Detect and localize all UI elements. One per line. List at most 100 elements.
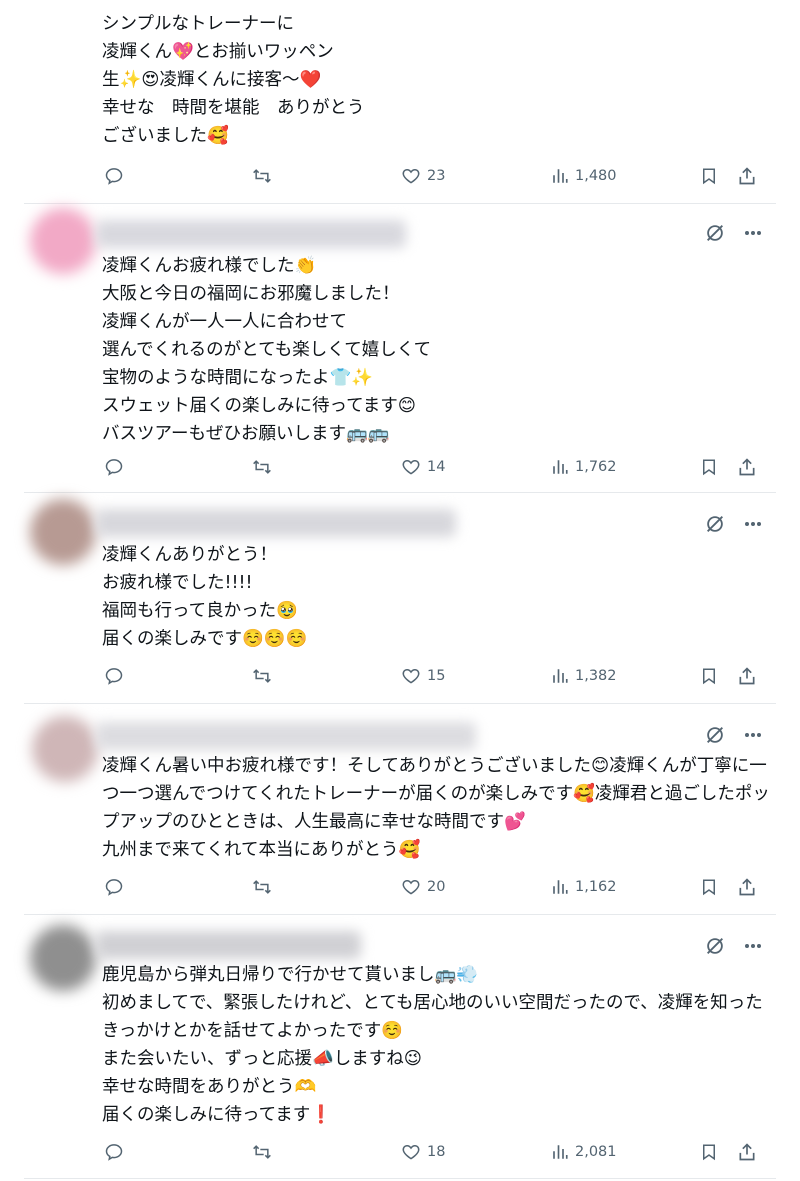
post-divider (24, 1178, 776, 1179)
share-icon (737, 877, 757, 897)
views-icon (551, 1143, 569, 1161)
author-name-blurred[interactable] (96, 509, 456, 537)
grok-icon[interactable] (704, 513, 726, 535)
heart-icon (401, 666, 421, 686)
post-top-icons (704, 513, 762, 535)
views-button[interactable]: 1,382 (551, 661, 617, 691)
bookmark-button[interactable] (700, 1137, 718, 1167)
reply-icon (104, 166, 124, 186)
bookmark-button[interactable] (700, 161, 718, 191)
like-button[interactable]: 20 (401, 872, 445, 902)
more-icon[interactable] (744, 943, 762, 949)
view-count: 2,081 (575, 1144, 617, 1160)
grok-icon[interactable] (704, 935, 726, 957)
share-button[interactable] (737, 1137, 757, 1167)
reply-button[interactable] (104, 161, 124, 191)
avatar[interactable] (30, 208, 96, 274)
post-divider (24, 203, 776, 204)
post-text: 凌輝くん暑い中お疲れ様です！そしてありがとうございました😊凌輝くんが丁寧に一つ一… (102, 756, 770, 860)
like-count: 14 (427, 459, 446, 475)
reply-icon (104, 457, 124, 477)
repost-button[interactable] (251, 872, 273, 902)
views-button[interactable]: 2,081 (551, 1137, 617, 1167)
views-button[interactable]: 1,762 (551, 452, 617, 482)
share-icon (737, 1142, 757, 1162)
post-text: 鹿児島から弾丸日帰りで行かせて貰いまし🚌💨 初めましてで、緊張したけれど、とても… (102, 965, 763, 1125)
views-button[interactable]: 1,480 (551, 161, 617, 191)
author-name-blurred[interactable] (96, 220, 406, 248)
post-divider (24, 492, 776, 493)
repost-icon (251, 877, 273, 897)
repost-icon (251, 166, 273, 186)
views-icon (551, 458, 569, 476)
post-top-icons (704, 724, 762, 746)
like-button[interactable]: 23 (401, 161, 445, 191)
post-actions: 14 1,762 (0, 452, 800, 482)
bookmark-icon (700, 457, 718, 477)
more-icon[interactable] (744, 521, 762, 527)
like-count: 20 (427, 879, 446, 895)
share-icon (737, 666, 757, 686)
share-button[interactable] (737, 872, 757, 902)
bookmark-button[interactable] (700, 452, 718, 482)
repost-icon (251, 666, 273, 686)
share-icon (737, 166, 757, 186)
reply-icon (104, 666, 124, 686)
like-count: 18 (427, 1144, 446, 1160)
avatar[interactable] (30, 499, 96, 565)
heart-icon (401, 1142, 421, 1162)
share-button[interactable] (737, 452, 757, 482)
like-count: 15 (427, 668, 446, 684)
views-icon (551, 878, 569, 896)
post-text: 凌輝くんありがとう！ お疲れ様でした!!!! 福岡も行って良かった🥹 届くの楽し… (102, 545, 308, 649)
grok-icon[interactable] (704, 222, 726, 244)
views-button[interactable]: 1,162 (551, 872, 617, 902)
reply-button[interactable] (104, 661, 124, 691)
reply-button[interactable] (104, 872, 124, 902)
reply-button[interactable] (104, 452, 124, 482)
post-actions: 23 1,480 (0, 161, 800, 191)
like-button[interactable]: 14 (401, 452, 445, 482)
share-button[interactable] (737, 661, 757, 691)
avatar[interactable] (32, 716, 98, 782)
view-count: 1,762 (575, 459, 617, 475)
author-name-blurred[interactable] (96, 722, 476, 750)
author-name-blurred[interactable] (96, 931, 361, 959)
post-actions: 18 2,081 (0, 1137, 800, 1167)
post-text: 凌輝くんお疲れ様でした👏 大阪と今日の福岡にお邪魔しました！ 凌輝くんが一人一人… (102, 256, 432, 444)
views-icon (551, 667, 569, 685)
heart-icon (401, 166, 421, 186)
repost-icon (251, 1142, 273, 1162)
bookmark-icon (700, 166, 718, 186)
grok-icon[interactable] (704, 724, 726, 746)
repost-button[interactable] (251, 661, 273, 691)
bookmark-icon (700, 877, 718, 897)
post-top-icons (704, 222, 762, 244)
like-count: 23 (427, 168, 446, 184)
repost-button[interactable] (251, 452, 273, 482)
repost-button[interactable] (251, 161, 273, 191)
repost-icon (251, 457, 273, 477)
post-text: シンプルなトレーナーに 凌輝くん💖とお揃いワッペン 生✨😍凌輝くんに接客〜❤️ … (102, 14, 365, 146)
share-icon (737, 457, 757, 477)
more-icon[interactable] (744, 732, 762, 738)
post-actions: 15 1,382 (0, 661, 800, 691)
reply-button[interactable] (104, 1137, 124, 1167)
repost-button[interactable] (251, 1137, 273, 1167)
share-button[interactable] (737, 161, 757, 191)
avatar[interactable] (30, 925, 96, 991)
post-top-icons (704, 935, 762, 957)
like-button[interactable]: 15 (401, 661, 445, 691)
like-button[interactable]: 18 (401, 1137, 445, 1167)
bookmark-button[interactable] (700, 872, 718, 902)
post-divider (24, 914, 776, 915)
post-divider (24, 703, 776, 704)
view-count: 1,162 (575, 879, 617, 895)
bookmark-button[interactable] (700, 661, 718, 691)
view-count: 1,480 (575, 168, 617, 184)
views-icon (551, 167, 569, 185)
view-count: 1,382 (575, 668, 617, 684)
bookmark-icon (700, 666, 718, 686)
bookmark-icon (700, 1142, 718, 1162)
more-icon[interactable] (744, 230, 762, 236)
